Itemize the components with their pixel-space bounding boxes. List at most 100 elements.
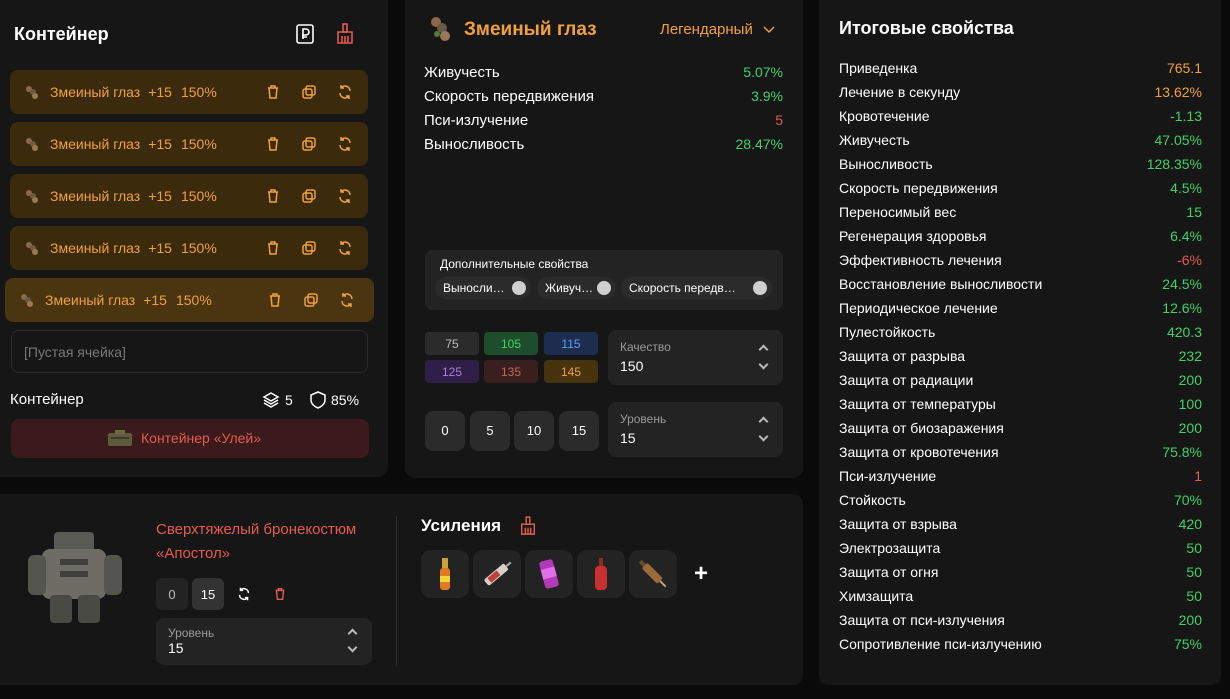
trash-icon[interactable]	[266, 291, 284, 309]
boost-slot[interactable]	[421, 550, 469, 598]
extra-property-chip[interactable]: Выносли…	[435, 277, 531, 299]
chevron-down-icon[interactable]	[758, 431, 769, 442]
quality-input[interactable]: Качество 150	[608, 330, 783, 385]
chevron-up-icon[interactable]	[347, 628, 358, 639]
level-value: 15	[620, 430, 636, 446]
level-preset-button[interactable]: 15	[559, 411, 599, 451]
container-item[interactable]: Змеиный глаз +15 150%	[10, 70, 368, 114]
total-stat-label: Защита от взрыва	[839, 516, 957, 532]
total-stat-label: Выносливость	[839, 156, 933, 172]
chip-label: Выносли…	[443, 281, 505, 295]
trash-icon[interactable]	[264, 135, 282, 153]
armor-name: Сверхтяжелый бронекостюм «Апостол»	[156, 518, 356, 566]
quality-tile[interactable]: 145	[544, 360, 598, 383]
total-stat-value: 420.3	[1166, 324, 1202, 340]
total-stat-label: Регенерация здоровья	[839, 228, 987, 244]
add-boost-button[interactable]: +	[694, 560, 708, 588]
container-item-selected[interactable]: Змеиный глаз +15 150%	[5, 278, 374, 322]
total-stat-label: Защита от радиации	[839, 372, 974, 388]
artifact-stat-value: 28.47%	[735, 136, 783, 152]
container-item[interactable]: Змеиный глаз +15 150%	[10, 226, 368, 270]
quality-tile[interactable]: 105	[484, 332, 538, 355]
armor-level-15-button[interactable]: 15	[192, 578, 224, 610]
broom-icon[interactable]	[335, 23, 355, 45]
total-stat-value: 50	[1186, 564, 1202, 580]
level-preset-button[interactable]: 10	[514, 411, 554, 451]
total-stat-value: 200	[1178, 420, 1202, 436]
armor-level-0-button[interactable]: 0	[156, 578, 188, 610]
trash-icon[interactable]	[264, 187, 282, 205]
total-stat-label: Переносимый вес	[839, 204, 957, 220]
item-name: Змеиный глаз	[50, 188, 141, 204]
potion-icon	[440, 558, 450, 590]
container-title: Контейнер	[14, 24, 109, 44]
total-stat-label: Защита от разрыва	[839, 348, 966, 364]
rarity-label: Легендарный	[660, 21, 753, 38]
close-icon[interactable]	[597, 281, 611, 295]
broom-icon[interactable]	[519, 516, 537, 536]
refresh-icon[interactable]	[338, 291, 356, 309]
copy-icon[interactable]	[300, 187, 318, 205]
refresh-icon[interactable]	[336, 135, 354, 153]
refresh-icon[interactable]	[236, 586, 252, 602]
total-stat-label: Защита от температуры	[839, 396, 996, 412]
copy-icon[interactable]	[300, 135, 318, 153]
boost-slot[interactable]	[525, 550, 573, 598]
trash-icon[interactable]	[272, 586, 288, 602]
level-preset-button[interactable]: 0	[425, 411, 465, 451]
item-name: Змеиный глаз	[45, 292, 136, 308]
quality-tile[interactable]: 75	[425, 332, 479, 355]
copy-icon[interactable]	[302, 291, 320, 309]
close-icon[interactable]	[753, 281, 767, 295]
quality-tile[interactable]: 135	[484, 360, 538, 383]
level-label: Уровень	[620, 412, 667, 426]
total-stat-label: Эффективность лечения	[839, 252, 1002, 268]
total-stat-value: 47.05%	[1154, 132, 1202, 148]
chevron-down-icon[interactable]	[758, 359, 769, 370]
chevron-down-icon	[763, 26, 775, 34]
quality-tile[interactable]: 115	[544, 332, 598, 355]
ruble-icon[interactable]	[296, 24, 314, 44]
container-item[interactable]: Змеиный глаз +15 150%	[10, 174, 368, 218]
total-stat-label: Защита от огня	[839, 564, 939, 580]
layers-icon	[262, 392, 280, 408]
close-icon[interactable]	[512, 281, 526, 295]
level-preset-button[interactable]: 5	[470, 411, 510, 451]
container-type-button[interactable]: Контейнер «Улей»	[11, 419, 369, 458]
item-level: +15	[148, 84, 172, 100]
copy-icon[interactable]	[300, 239, 318, 257]
item-name: Змеиный глаз	[50, 84, 141, 100]
boost-slot[interactable]	[577, 550, 625, 598]
extra-property-chip[interactable]: Скорость передв…	[621, 277, 772, 299]
extra-property-chip[interactable]: Живуч…	[537, 277, 616, 299]
armor-level-label: Уровень	[168, 626, 215, 640]
level-input[interactable]: Уровень 15	[608, 402, 783, 457]
boost-slot[interactable]	[473, 550, 521, 598]
armor-level-input[interactable]: Уровень 15	[156, 618, 372, 665]
total-stat-value: 50	[1186, 588, 1202, 604]
trash-icon[interactable]	[264, 239, 282, 257]
total-stat-label: Периодическое лечение	[839, 300, 998, 316]
chevron-up-icon[interactable]	[758, 344, 769, 355]
refresh-icon[interactable]	[336, 83, 354, 101]
panel-divider	[396, 516, 397, 666]
armor-name-line2: «Апостол»	[156, 545, 231, 562]
total-stat-label: Приведенка	[839, 60, 918, 76]
container-case-icon	[108, 430, 132, 446]
total-stat-value: 13.62%	[1154, 84, 1202, 100]
container-item[interactable]: Змеиный глаз +15 150%	[10, 122, 368, 166]
quality-tile[interactable]: 125	[425, 360, 479, 383]
item-quality: 150%	[180, 240, 217, 256]
total-stat-value: 50	[1186, 540, 1202, 556]
copy-icon[interactable]	[300, 83, 318, 101]
refresh-icon[interactable]	[336, 187, 354, 205]
refresh-icon[interactable]	[336, 239, 354, 257]
artifact-icon	[24, 240, 40, 256]
chevron-down-icon[interactable]	[347, 642, 358, 653]
empty-slot[interactable]: [Пустая ячейка]	[11, 330, 368, 373]
boost-slot[interactable]	[629, 550, 677, 598]
trash-icon[interactable]	[264, 83, 282, 101]
totals-title: Итоговые свойства	[839, 18, 1014, 38]
chevron-up-icon[interactable]	[758, 416, 769, 427]
rarity-select[interactable]: Легендарный	[660, 21, 775, 38]
